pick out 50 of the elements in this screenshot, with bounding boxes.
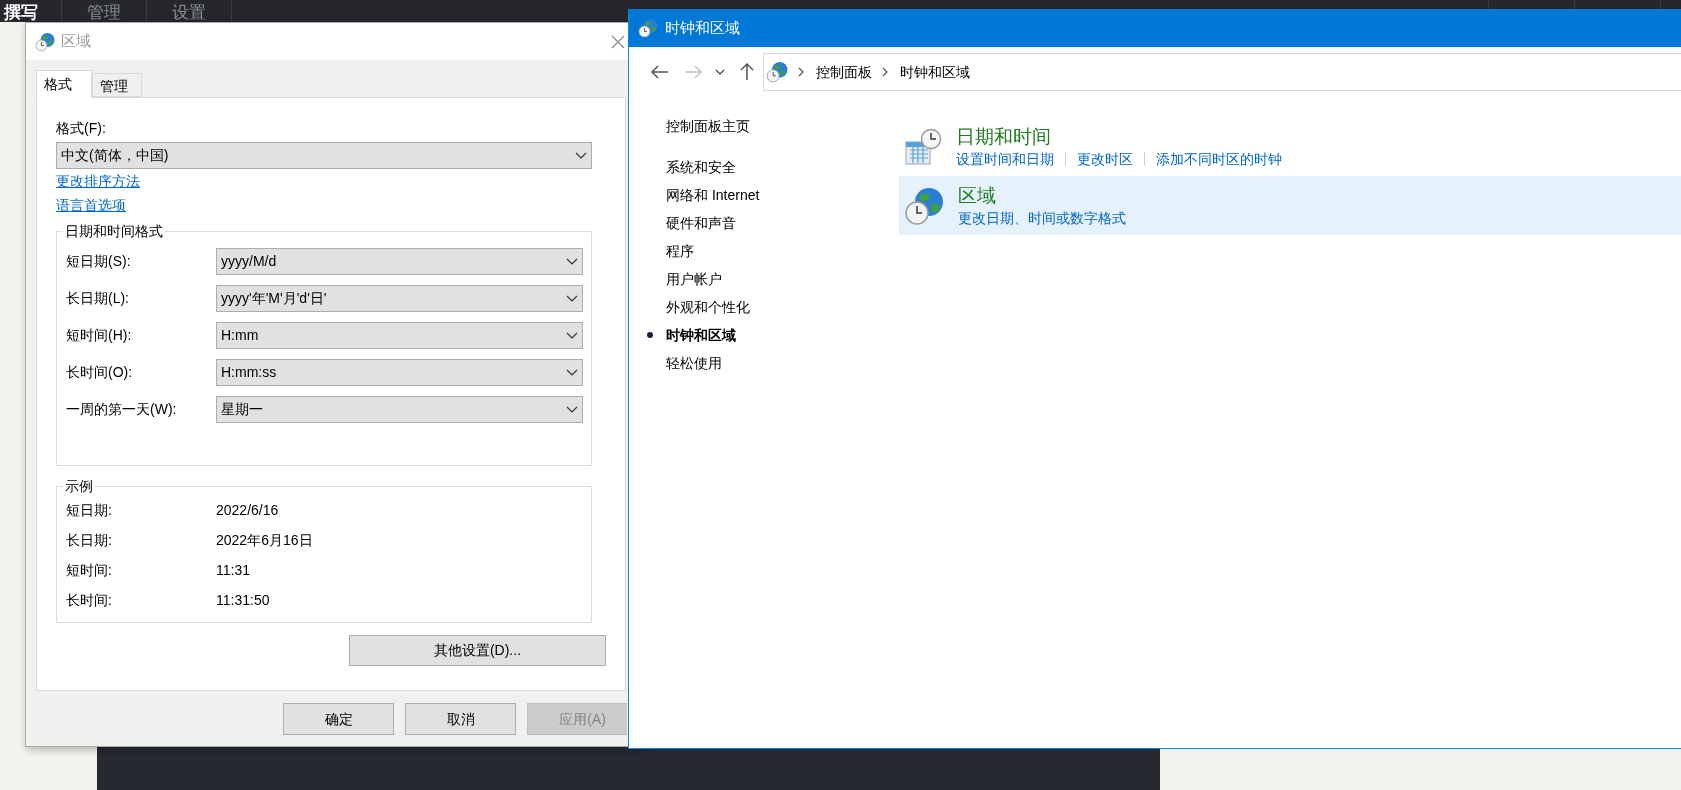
dialog-button[interactable]: 确定 [283, 703, 394, 735]
dropdown[interactable]: yyyy/M/d [216, 248, 583, 275]
sidebar-item[interactable]: 系统和安全 [666, 156, 736, 178]
sidebar-item[interactable]: 用户帐户 [666, 268, 722, 290]
address-bar[interactable]: 控制面板 时钟和区域 [763, 53, 1681, 91]
dropdown[interactable]: H:mm:ss [216, 359, 583, 386]
dialog-button[interactable]: 取消 [405, 703, 516, 735]
dropdown[interactable]: 中文(简体，中国) [56, 142, 592, 169]
example-label: 短时间: [66, 561, 113, 580]
example-label: 长日期: [66, 531, 113, 550]
category-panel[interactable]: 区域 更改日期、时间或数字格式 [899, 176, 1681, 235]
category-link[interactable]: 更改日期、时间或数字格式 [958, 207, 1126, 228]
category-link[interactable]: 更改时区 [1077, 148, 1133, 169]
dropdown[interactable]: 星期一 [216, 396, 583, 423]
category-title[interactable]: 日期和时间 [956, 124, 1282, 149]
sidebar-item[interactable]: 硬件和声音 [666, 212, 736, 234]
category-link[interactable]: 添加不同时区的时钟 [1156, 148, 1282, 169]
example-label: 短日期: [66, 501, 113, 520]
example-value: 2022/6/16 [216, 501, 279, 520]
group-title: 日期和时间格式 [64, 222, 164, 241]
dropdown[interactable]: yyyy'年'M'月'd'日' [216, 285, 583, 312]
tab[interactable]: 格式 [36, 70, 92, 98]
window-title: 区域 [61, 31, 91, 52]
example-label: 长时间: [66, 591, 113, 610]
tab[interactable]: 管理 [92, 73, 142, 97]
field-label: 一周的第一天(W): [66, 400, 178, 419]
breadcrumb-item[interactable]: 控制面板 [816, 61, 872, 83]
field-label: 长时间(O): [66, 363, 134, 382]
sidebar-link[interactable]: 控制面板主页 [647, 116, 750, 136]
link[interactable]: 语言首选项 [56, 193, 126, 217]
example-value: 11:31:50 [216, 591, 270, 610]
sidebar-item[interactable]: 外观和个性化 [666, 296, 750, 318]
field-label: 短日期(S): [66, 252, 132, 271]
sidebar-item[interactable]: 轻松使用 [666, 352, 722, 374]
field-label: 格式(F): [56, 119, 107, 137]
other-settings-button[interactable]: 其他设置(D)... [349, 635, 606, 666]
sidebar-item[interactable]: 网络和 Internet [666, 184, 760, 206]
sidebar-item[interactable]: 程序 [666, 240, 694, 262]
window-title: 时钟和区域 [665, 17, 740, 38]
category-title[interactable]: 区域 [958, 183, 1126, 208]
link[interactable]: 更改排序方法 [56, 169, 140, 193]
example-value: 2022年6月16日 [216, 531, 313, 550]
breadcrumb-item[interactable]: 时钟和区域 [900, 61, 970, 83]
field-label: 长日期(L): [66, 289, 130, 308]
sidebar-item[interactable]: 时钟和区域 [666, 324, 736, 346]
category-link[interactable]: 设置时间和日期 [956, 148, 1054, 169]
example-value: 11:31 [216, 561, 250, 580]
dropdown[interactable]: H:mm [216, 322, 583, 349]
group-title: 示例 [64, 477, 94, 496]
field-label: 短时间(H): [66, 326, 133, 345]
